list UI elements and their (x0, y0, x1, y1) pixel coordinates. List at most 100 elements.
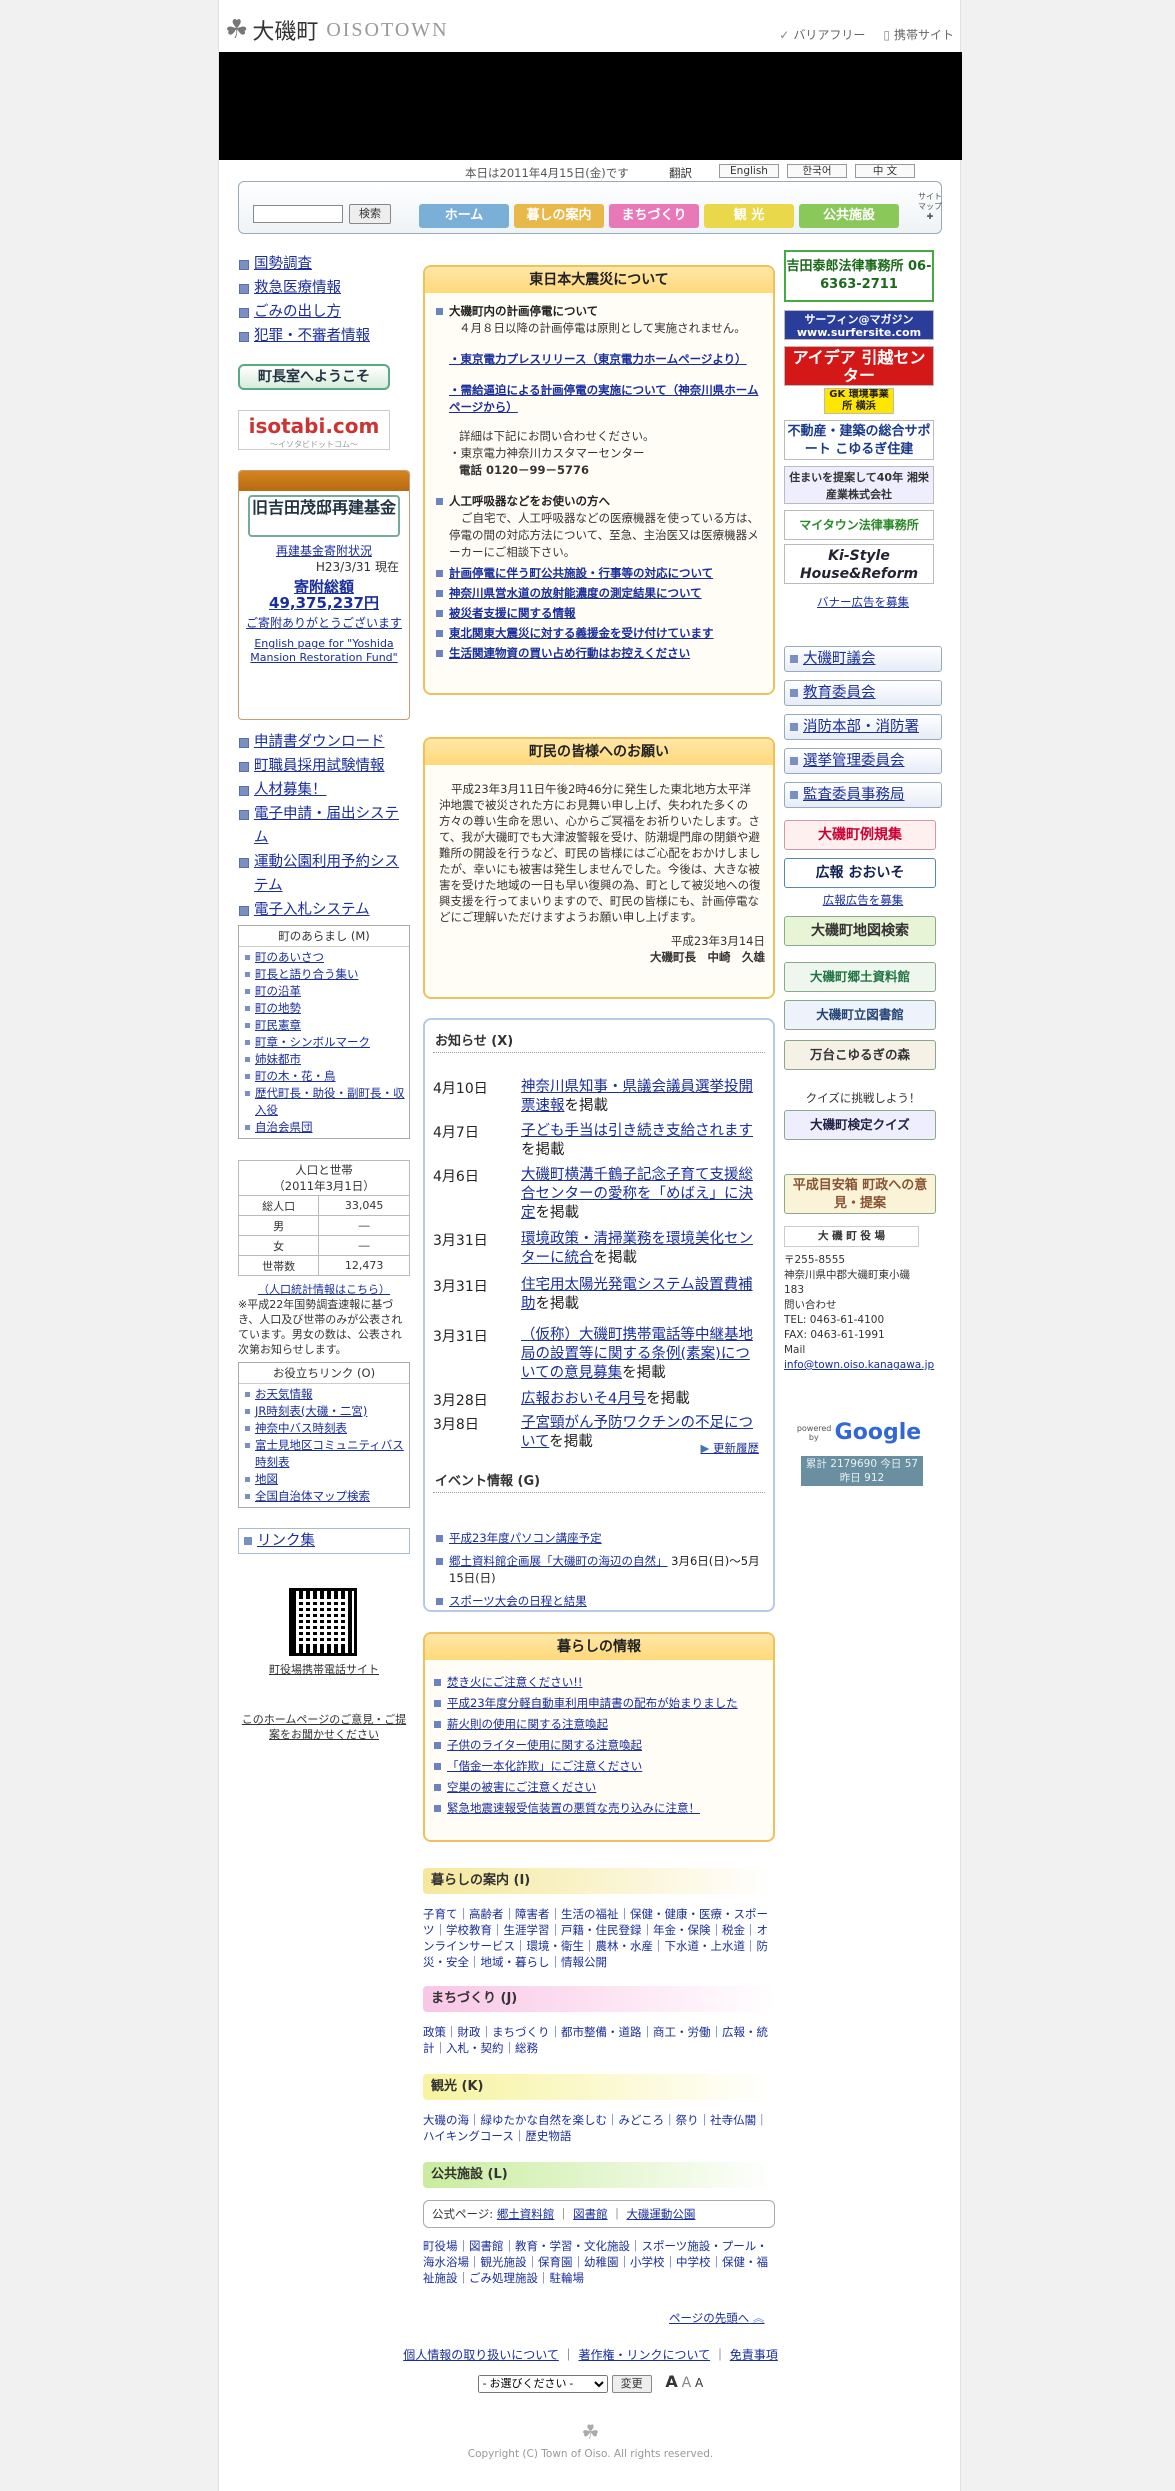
ad-shoei[interactable]: 住まいを提案して40年 湘栄産業株式会社 (784, 466, 934, 504)
search-input[interactable] (253, 205, 343, 223)
useful-link-item[interactable]: 神奈中バス時刻表 (245, 1420, 409, 1437)
office-mail-link[interactable]: info@town.oiso.kanagawa.jp (784, 1359, 934, 1371)
outline-item[interactable]: 町の地勢 (245, 1000, 409, 1017)
official-link-library[interactable]: 図書館 (573, 2207, 608, 2221)
disaster-link-item[interactable]: 東北関東大震災に対する義援金を受け付けています (435, 625, 765, 642)
living-info-item[interactable]: 平成23年度分軽自動車利用申請書の配布が始まりました (433, 1695, 765, 1712)
education-board-button[interactable]: 教育委員会 (784, 680, 942, 706)
news-link[interactable]: 神奈川県知事・県議会議員選挙投開票速報 (521, 1079, 753, 1114)
disaster-link-item[interactable]: 計画停電に伴う町公共施設・行事等の対応について (435, 565, 765, 582)
tab-home[interactable]: ホーム (419, 204, 509, 228)
page-top-link[interactable]: ページの先頭へ ︽ (669, 2310, 764, 2326)
forest-banner[interactable]: 万台こゆるぎの森 (784, 1040, 936, 1070)
fund-total-amount[interactable]: 49,375,237円 (239, 595, 409, 611)
category-links-facilities[interactable]: 町役場｜図書館｜教育・学習・文化施設｜スポーツ施設・プール・海水浴場｜観光施設｜… (423, 2238, 775, 2286)
ad-surfin-magazine[interactable]: サーフィン@マガジン www.surfersite.com (784, 310, 934, 340)
update-history-link[interactable]: ▶ 更新履歴 (701, 1440, 760, 1456)
fund-logo[interactable]: 旧吉田茂邸再建基金 (248, 495, 400, 537)
isotabi-banner[interactable]: isotabi.com ～イソタビドットコム～ (238, 410, 390, 450)
link-e-application[interactable]: 電子申請・届出システム (238, 802, 410, 850)
outline-item[interactable]: 姉妹都市 (245, 1051, 409, 1068)
living-info-item[interactable]: 子供のライター使用に関する注意喚起 (433, 1737, 765, 1754)
useful-link-item[interactable]: お天気情報 (245, 1386, 409, 1403)
fire-department-button[interactable]: 消防本部・消防署 (784, 714, 942, 740)
link-collection-button[interactable]: リンク集 (238, 1528, 410, 1554)
search-button[interactable]: 検索 (349, 204, 391, 224)
ad-mytown-law[interactable]: マイタウン法律事務所 (784, 510, 934, 540)
opinion-link[interactable]: このホームページのご意見・ご提案をお聞かせください (238, 1712, 410, 1742)
link-emergency-medical[interactable]: 救急医療情報 (238, 276, 410, 300)
outline-item[interactable]: 町の沿革 (245, 983, 409, 1000)
event-item[interactable]: 平成23年度パソコン講座予定 (435, 1530, 765, 1547)
museum-banner[interactable]: 大磯町郷土資料館 (784, 962, 936, 992)
link-form-download[interactable]: 申請書ダウンロード (238, 730, 410, 754)
link-e-bidding[interactable]: 電子入札システム (238, 898, 410, 922)
event-item[interactable]: スポーツ大会の日程と結果 (435, 1593, 765, 1610)
kouhou-ad-link[interactable]: 広報広告を募集 (784, 892, 942, 908)
living-info-item[interactable]: 「偕金一本化詐欺」にご注意ください (433, 1758, 765, 1775)
mayor-office-button[interactable]: 町長室へようこそ (238, 364, 390, 390)
copyright-link[interactable]: 著作権・リンクについて (578, 2348, 710, 2362)
change-button[interactable]: 変更 (611, 2375, 652, 2393)
useful-link-item[interactable]: 全国自治体マップ検索 (245, 1488, 409, 1505)
mobile-site-qr-link[interactable]: 町役場携帯電話サイト (238, 1662, 410, 1677)
kanagawa-outage-link[interactable]: ・需給逼迫による計画停電の実施について（神奈川県ホームページから） (435, 382, 765, 416)
fund-thanks[interactable]: ご寄附ありがとうございます (239, 611, 409, 631)
link-staff-exam[interactable]: 町職員採用試験情報 (238, 754, 410, 778)
outline-item[interactable]: 町民憲章 (245, 1017, 409, 1034)
official-link-museum[interactable]: 郷土資料館 (497, 2207, 555, 2221)
ad-moving-center[interactable]: アイデア 引越センター (784, 346, 934, 386)
audit-office-button[interactable]: 監査委員事務局 (784, 782, 942, 808)
link-crime-info[interactable]: 犯罪・不審者情報 (238, 324, 410, 348)
quiz-banner[interactable]: 大磯町検定クイズ (784, 1110, 936, 1140)
news-link[interactable]: 子ども手当は引き続き支給されます (521, 1123, 753, 1139)
news-link[interactable]: 広報おおいそ4月号 (521, 1391, 646, 1407)
font-size-medium[interactable]: A (682, 2375, 692, 2391)
link-garbage[interactable]: ごみの出し方 (238, 300, 410, 324)
barrier-free-link[interactable]: ✓ バリアフリー (779, 26, 865, 43)
font-size-small[interactable]: A (695, 2376, 703, 2390)
event-link[interactable]: 郷土資料館企画展「大磯町の海辺の自然」 (449, 1554, 668, 1568)
font-size-large[interactable]: A (665, 2372, 677, 2391)
category-links-tourism[interactable]: 大磯の海｜緑ゆたかな自然を楽しむ｜みどころ｜祭り｜社寺仏閣｜ハイキングコース｜歴… (423, 2112, 775, 2144)
outline-item[interactable]: 町章・シンボルマーク (245, 1034, 409, 1051)
news-link[interactable]: 環境政策・清掃業務を環境美化センターに統合 (521, 1231, 753, 1266)
tepco-press-link[interactable]: ・東京電力プレスリリース（東京電力ホームページより） (435, 351, 765, 368)
disaster-link-item[interactable]: 生活関連物資の買い占め行動はお控えください (435, 645, 765, 662)
reiki-banner[interactable]: 大磯町例規集 (784, 820, 936, 850)
useful-link-item[interactable]: 富士見地区コミュニティバス時刻表 (245, 1437, 409, 1471)
fund-total-label[interactable]: 寄附総額 (239, 579, 409, 595)
tab-town-planning[interactable]: まちづくり (609, 204, 699, 228)
kouhou-banner[interactable]: 広報 おおいそ (784, 858, 936, 888)
fund-english-link[interactable]: English page for "Yoshida Mansion Restor… (239, 631, 409, 665)
outline-item[interactable]: 町長と語り合う集い (245, 966, 409, 983)
ad-gk[interactable]: GK 環境事業所 横浜 (824, 388, 894, 414)
sitemap-link[interactable]: サイトマップ ✚ (917, 192, 943, 222)
library-banner[interactable]: 大磯町立図書館 (784, 1000, 936, 1030)
tab-public-facilities[interactable]: 公共施設 (799, 204, 899, 228)
fund-status-link[interactable]: 再建基金寄附状況 (239, 543, 409, 559)
ad-koyurugi[interactable]: 不動産・建築の総合サポート こゆるぎ住建 (784, 420, 934, 460)
election-committee-button[interactable]: 選挙管理委員会 (784, 748, 942, 774)
living-info-item[interactable]: 薪火則の使用に関する注意喚起 (433, 1716, 765, 1733)
population-stats-link[interactable]: （人口統計情報はこちら） (238, 1282, 410, 1297)
category-links-town-planning[interactable]: 政策｜財政｜まちづくり｜都市整備・道路｜商工・労働｜広報・統計｜入札・契約｜総務 (423, 2024, 775, 2056)
disclaimer-link[interactable]: 免責事項 (730, 2348, 778, 2362)
outline-item[interactable]: 自治会県団 (245, 1119, 409, 1136)
google-badge[interactable]: powered by Google (789, 1420, 929, 1445)
useful-link-item[interactable]: 地図 (245, 1471, 409, 1488)
ad-ki-style[interactable]: Ki-Style House&Reform (784, 544, 934, 584)
official-link-park[interactable]: 大磯運動公園 (626, 2207, 695, 2221)
link-park-reservation[interactable]: 運動公園利用予約システム (238, 850, 410, 898)
link-recruit[interactable]: 人材募集！ (238, 778, 410, 802)
disaster-link-item[interactable]: 被災者支援に関する情報 (435, 605, 765, 622)
useful-link-item[interactable]: JR時刻表(大磯・二宮) (245, 1403, 409, 1420)
site-logo[interactable]: ☘ 大磯町 OISOTOWN (225, 14, 449, 46)
tab-living[interactable]: 暮しの案内 (514, 204, 604, 228)
outline-item[interactable]: 町のあいさつ (245, 949, 409, 966)
lang-chinese-button[interactable]: 中 文 (855, 164, 915, 178)
opinion-box-banner[interactable]: 平成目安箱 町政への意見・提案 (784, 1174, 936, 1214)
outline-item[interactable]: 歴代町長・助役・副町長・収入役 (245, 1085, 409, 1119)
living-info-item[interactable]: 緊急地震速報受信装置の悪質な売り込みに注意！ (433, 1800, 765, 1817)
site-select[interactable]: - お選びください - (477, 2375, 608, 2393)
